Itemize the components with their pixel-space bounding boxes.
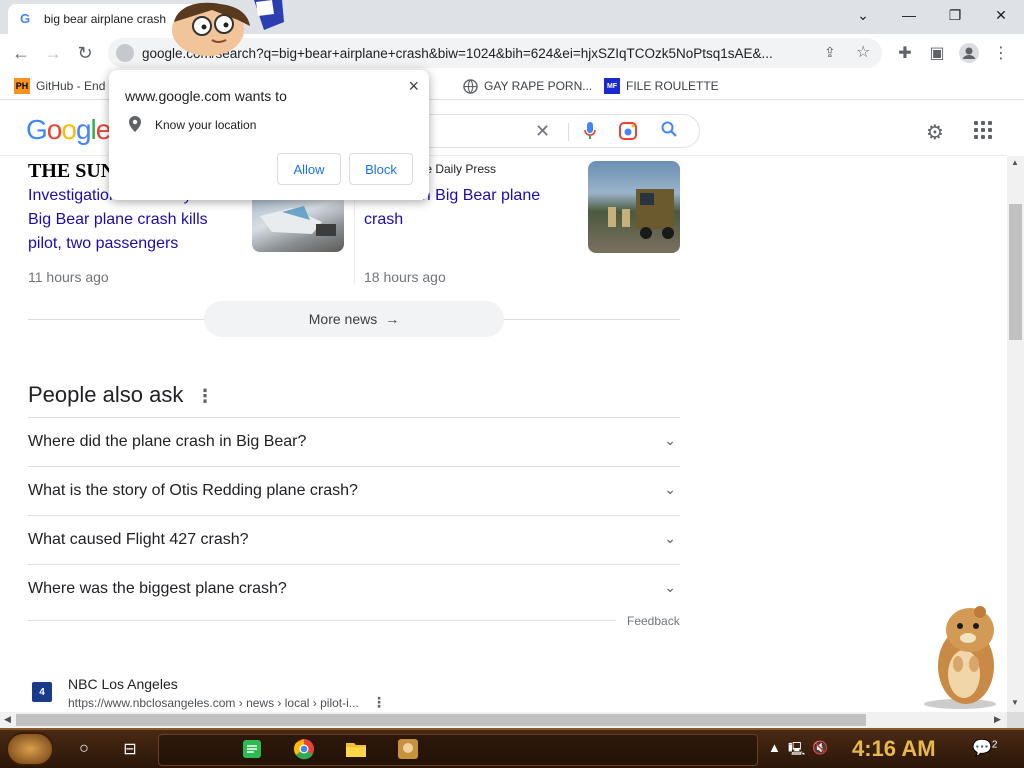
bookmark-label: FILE ROULETTE xyxy=(626,79,719,93)
google-logo[interactable]: Google xyxy=(26,114,111,146)
scroll-right-icon[interactable]: ▶ xyxy=(994,714,1001,725)
horizontal-scrollbar[interactable]: ◀ ▶ xyxy=(0,712,1007,728)
bookmark-label: GAY RAPE PORN... xyxy=(484,79,593,93)
location-permission-dialog: www.google.com wants to × Know your loca… xyxy=(109,70,429,200)
bookmark-star-icon[interactable]: ☆ xyxy=(856,42,870,62)
minimize-button[interactable]: — xyxy=(886,0,932,30)
news-source-daily-press: lle Daily Press xyxy=(420,162,497,176)
scroll-up-icon[interactable]: ▲ xyxy=(1011,158,1019,167)
google-lens-icon[interactable] xyxy=(619,122,637,140)
news-thumbnail-1[interactable] xyxy=(252,194,344,252)
globe-icon xyxy=(462,78,478,94)
bookmark-item[interactable]: GAY RAPE PORN... xyxy=(462,78,592,94)
result-options-icon[interactable]: ⋮ xyxy=(372,694,386,711)
back-button[interactable]: ← xyxy=(8,40,34,66)
more-news-button[interactable]: More news → xyxy=(204,301,504,337)
reload-button[interactable]: ↻ xyxy=(72,40,98,66)
allow-button[interactable]: Allow xyxy=(277,153,341,185)
vertical-scroll-thumb[interactable] xyxy=(1009,204,1022,340)
arrow-right-icon: → xyxy=(385,311,400,327)
notifications-icon[interactable]: 💬2 xyxy=(972,738,997,758)
notes-app-icon[interactable] xyxy=(240,738,264,760)
start-button[interactable] xyxy=(6,732,54,766)
restore-button[interactable]: ❐ xyxy=(932,0,978,30)
hamster-sticker xyxy=(920,602,1010,710)
volume-muted-icon[interactable]: 🔇 xyxy=(812,740,828,756)
feedback-link[interactable]: Feedback xyxy=(627,614,680,628)
google-apps-icon[interactable] xyxy=(974,121,992,139)
scroll-down-icon[interactable]: ▼ xyxy=(1011,698,1019,707)
extensions-icon[interactable]: ✚ xyxy=(894,42,916,64)
permission-item: Know your location xyxy=(155,118,257,132)
menu-kebab-icon[interactable]: ⋮ xyxy=(990,42,1012,64)
screen: { "browser": { "tab_title": "big bear ai… xyxy=(0,0,1024,768)
news-thumbnail-2[interactable] xyxy=(588,161,680,253)
task-view-icon[interactable]: ⊟ xyxy=(118,738,142,760)
search-results: THE SUN Investigation underway after Big… xyxy=(0,156,1007,712)
chrome-icon[interactable] xyxy=(292,738,316,760)
mf-icon: MF xyxy=(604,78,620,94)
nbc-favicon-icon: 4 xyxy=(32,682,52,702)
settings-gear-icon[interactable]: ⚙ xyxy=(926,120,944,145)
search-icon[interactable] xyxy=(661,121,677,142)
paa-bottom-divider xyxy=(28,620,616,621)
paa-question[interactable]: Where was the biggest plane crash? ⌄ xyxy=(28,564,680,613)
bookmark-item[interactable]: PH GitHub - End xyxy=(14,78,105,94)
location-pin-icon xyxy=(129,116,141,132)
news-time-1: 11 hours ago xyxy=(28,269,109,285)
profile-avatar-icon[interactable] xyxy=(958,42,980,64)
side-panel-icon[interactable]: ▣ xyxy=(926,42,948,64)
game-app-icon[interactable] xyxy=(396,738,420,760)
close-window-button[interactable]: ✕ xyxy=(978,0,1024,30)
chevron-down-icon: ⌄ xyxy=(664,432,676,448)
result-url[interactable]: https://www.nbclosangeles.com › news › l… xyxy=(68,696,359,710)
more-options-icon[interactable]: ⋮ xyxy=(196,386,214,407)
chevron-down-icon: ⌄ xyxy=(664,579,676,595)
file-explorer-icon[interactable] xyxy=(344,738,368,760)
block-button[interactable]: Block xyxy=(349,153,413,185)
close-icon[interactable]: × xyxy=(408,76,419,97)
share-icon[interactable]: ⇪ xyxy=(824,44,836,61)
permission-title: www.google.com wants to xyxy=(125,88,287,104)
clear-search-icon[interactable]: ✕ xyxy=(535,121,550,142)
scroll-left-icon[interactable]: ◀ xyxy=(4,714,11,725)
search-divider xyxy=(568,123,569,141)
browser-toolbar: ← → ↻ google.com/search?q=big+bear+airpl… xyxy=(0,34,1024,72)
bookmark-item[interactable]: MF FILE ROULETTE xyxy=(604,78,719,94)
google-favicon-icon: G xyxy=(20,11,31,26)
show-hidden-icons[interactable]: ▲ xyxy=(768,740,781,755)
microphone-icon[interactable] xyxy=(583,121,597,141)
tab-search-icon[interactable]: ⌄ xyxy=(840,0,886,30)
paa-question[interactable]: Where did the plane crash in Big Bear? ⌄ xyxy=(28,417,680,466)
lock-icon[interactable] xyxy=(116,44,134,62)
clock[interactable]: 4:16 AM xyxy=(852,736,936,762)
paa-question[interactable]: What is the story of Otis Redding plane … xyxy=(28,466,680,515)
paa-question[interactable]: What caused Flight 427 crash? ⌄ xyxy=(28,515,680,564)
network-icon[interactable]: 🖳 xyxy=(788,740,805,762)
news-source-sun: THE SUN xyxy=(28,160,116,182)
chevron-down-icon: ⌄ xyxy=(664,481,676,497)
cartoon-sticker xyxy=(168,0,288,58)
result-site-name[interactable]: NBC Los Angeles xyxy=(68,676,178,692)
tab-strip: G big bear airplane crash ⌄ — ❐ ✕ xyxy=(0,0,1024,34)
scrollbar-corner xyxy=(1007,712,1024,728)
horizontal-scroll-thumb[interactable] xyxy=(16,714,866,726)
news-time-2: 18 hours ago xyxy=(364,269,446,285)
more-news-label: More news xyxy=(308,311,378,327)
forward-button[interactable]: → xyxy=(40,40,66,66)
people-also-ask-title: People also ask xyxy=(28,382,184,407)
chevron-down-icon: ⌄ xyxy=(664,530,676,546)
tab-title: big bear airplane crash xyxy=(44,12,167,26)
taskbar: ○ ⊟ ▲ 🖳 🔇 4:16 AM 💬2 xyxy=(0,728,1024,768)
bookmark-label: GitHub - End xyxy=(36,79,106,93)
ph-icon: PH xyxy=(14,78,30,94)
search-circle-icon[interactable]: ○ xyxy=(72,738,96,760)
